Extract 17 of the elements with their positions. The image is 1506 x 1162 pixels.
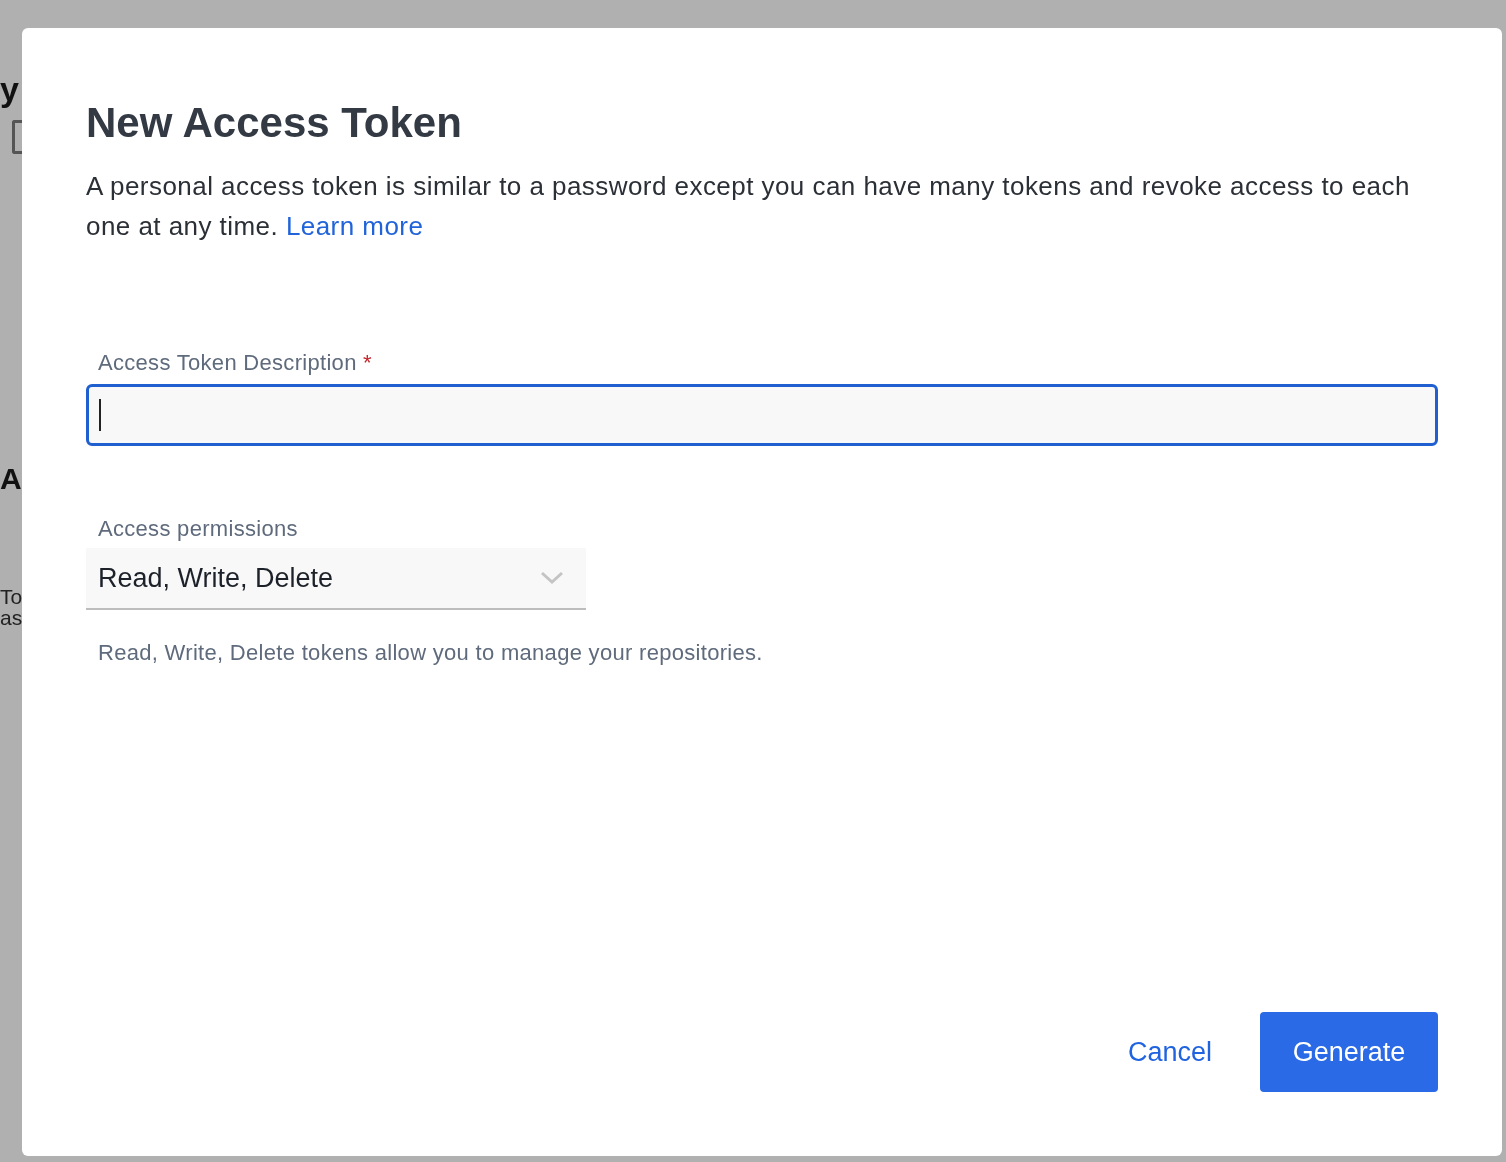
field-label: Access Token Description * bbox=[97, 349, 373, 377]
cancel-button[interactable]: Cancel bbox=[1125, 1026, 1214, 1078]
generate-button[interactable]: Generate bbox=[1260, 1012, 1438, 1092]
chevron-down-icon bbox=[540, 571, 564, 585]
dialog-description: A personal access token is similar to a password except you can have many tokens and revoke access to each one at any time. Learn more bbox=[86, 170, 1411, 243]
learn-more-link[interactable]: Learn more bbox=[285, 211, 424, 241]
background-text: A bbox=[0, 464, 22, 494]
text-cursor bbox=[99, 399, 101, 431]
background-text: as bbox=[0, 607, 22, 628]
background-text: To bbox=[0, 586, 22, 607]
required-marker: * bbox=[363, 350, 372, 375]
dialog-title: New Access Token bbox=[86, 98, 463, 148]
helper-text: Read, Write, Delete tokens allow you to manage your repositories. bbox=[97, 640, 764, 666]
text-input-field[interactable] bbox=[86, 384, 1438, 446]
permissions-dropdown[interactable]: Read, Write, Delete bbox=[86, 548, 586, 610]
field-label: Access permissions bbox=[97, 515, 299, 543]
background-text: y bbox=[0, 72, 20, 106]
